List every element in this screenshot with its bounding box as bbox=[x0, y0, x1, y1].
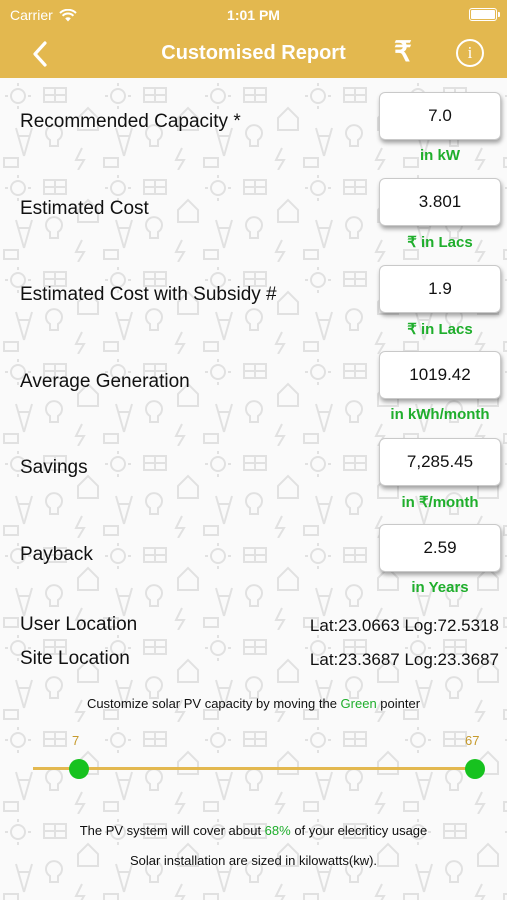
navigation-bar: Customised Report ₹ i bbox=[0, 30, 507, 78]
estimated-cost-field[interactable]: 3.801 bbox=[379, 178, 501, 226]
user-location-value: Lat:23.0663 Log:72.5318 bbox=[309, 616, 499, 635]
status-time: 1:01 PM bbox=[227, 7, 280, 23]
site-location-value: Lat:23.3687 Log:23.3687 bbox=[309, 650, 499, 669]
recommended-capacity-field[interactable]: 7.0 bbox=[379, 92, 501, 140]
average-generation-unit: in kWh/month bbox=[390, 406, 490, 423]
coverage-note: The PV system will cover about 68% of yo… bbox=[0, 823, 507, 838]
battery-icon bbox=[469, 8, 500, 21]
estimated-cost-subsidy-label: Estimated Cost with Subsidy # bbox=[20, 284, 277, 305]
capacity-slider-min-handle[interactable] bbox=[69, 759, 89, 779]
status-bar: Carrier 1:01 PM bbox=[0, 0, 507, 30]
estimated-cost-unit: ₹ in Lacs bbox=[407, 234, 473, 251]
payback-unit: in Years bbox=[411, 579, 469, 596]
coverage-percent: 68% bbox=[264, 823, 291, 838]
slider-instruction-prefix: Customize solar PV capacity by moving th… bbox=[86, 696, 341, 711]
recommended-capacity-label: Recommended Capacity * bbox=[20, 111, 241, 132]
savings-field[interactable]: 7,285.45 bbox=[379, 438, 501, 486]
savings-label: Savings bbox=[20, 457, 88, 478]
payback-field[interactable]: 2.59 bbox=[379, 524, 501, 572]
recommended-capacity-unit: in kW bbox=[420, 147, 460, 164]
slider-max-label: 67 bbox=[465, 733, 480, 748]
info-button[interactable]: i bbox=[456, 39, 484, 67]
site-location-label: Site Location bbox=[20, 648, 130, 669]
savings-unit: in ₹/month bbox=[401, 494, 479, 511]
coverage-prefix: The PV system will cover about bbox=[79, 823, 265, 838]
sizing-note: Solar installation are sized in kilowatt… bbox=[129, 853, 378, 868]
capacity-slider-track[interactable] bbox=[33, 767, 482, 770]
slider-min-label: 7 bbox=[72, 733, 80, 748]
user-location-label: User Location bbox=[20, 614, 138, 635]
estimated-cost-subsidy-field[interactable]: 1.9 bbox=[379, 265, 501, 313]
capacity-slider-max-handle[interactable] bbox=[465, 759, 485, 779]
estimated-cost-subsidy-unit: ₹ in Lacs bbox=[407, 321, 473, 338]
rupee-currency-button[interactable]: ₹ bbox=[394, 35, 412, 68]
page-title: Customised Report bbox=[161, 42, 346, 64]
payback-label: Payback bbox=[20, 544, 93, 565]
slider-instruction: Customize solar PV capacity by moving th… bbox=[0, 696, 507, 711]
average-generation-label: Average Generation bbox=[20, 371, 190, 392]
coverage-suffix: of your elecriticy usage bbox=[290, 823, 428, 838]
slider-instruction-suffix: pointer bbox=[376, 696, 421, 711]
slider-instruction-green-word: Green bbox=[340, 696, 377, 711]
estimated-cost-label: Estimated Cost bbox=[20, 198, 149, 219]
average-generation-field[interactable]: 1019.42 bbox=[379, 351, 501, 399]
